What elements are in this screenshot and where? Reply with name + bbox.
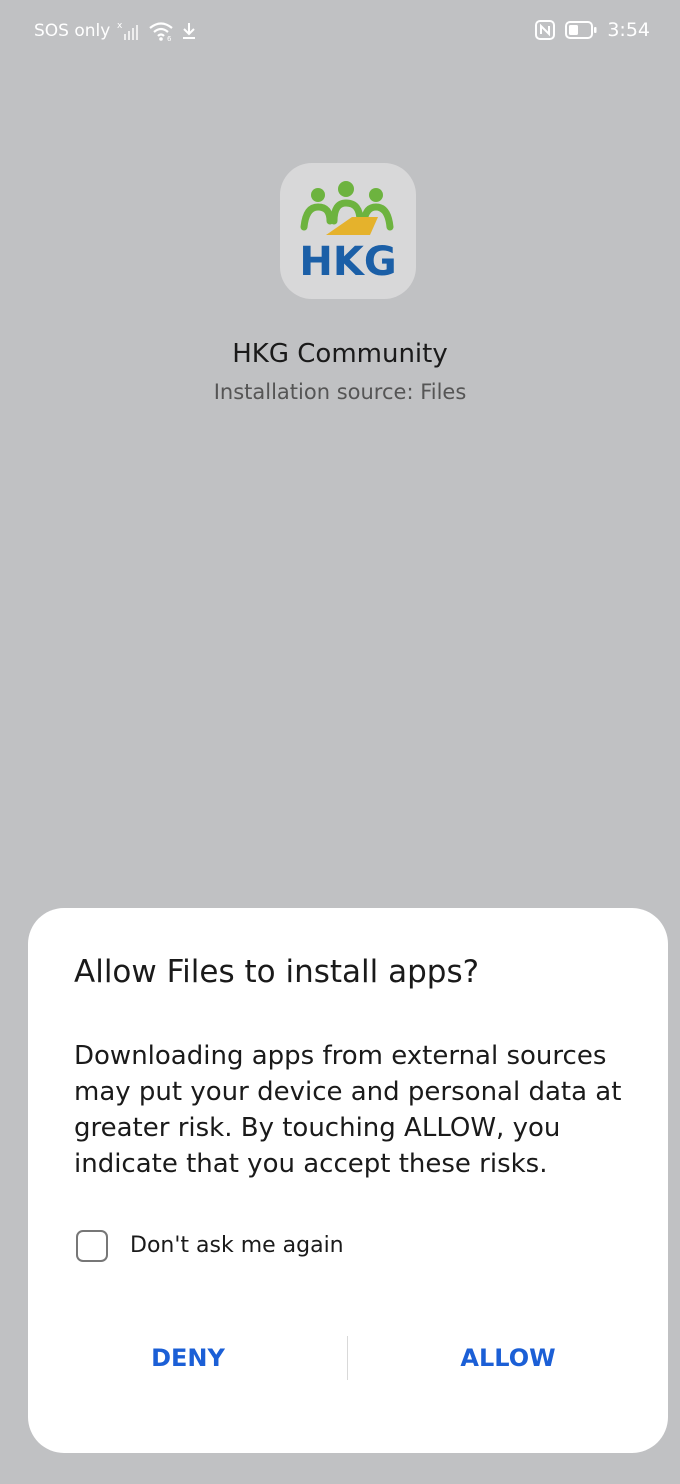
status-bar: SOS only x 6 3:54 (0, 0, 680, 64)
hkg-logo: HKG (299, 181, 397, 285)
clock: 3:54 (607, 19, 650, 41)
dialog-title: Allow Files to install apps? (74, 954, 480, 990)
dialog-buttons: DENY ALLOW (28, 1333, 668, 1383)
install-permission-dialog: Allow Files to install apps? Downloading… (28, 908, 668, 1453)
app-icon: HKG (280, 163, 416, 299)
app-icon-text: HKG (299, 239, 396, 285)
carrier-text: SOS only (34, 21, 111, 41)
svg-text:x: x (117, 21, 123, 31)
app-name: HKG Community (232, 339, 448, 369)
dont-ask-again-row[interactable]: Don't ask me again (76, 1230, 344, 1262)
installation-source: Installation source: Files (213, 380, 467, 404)
wifi-icon: 6 (148, 20, 174, 42)
dont-ask-again-checkbox[interactable] (76, 1230, 108, 1262)
svg-text:6: 6 (167, 35, 172, 42)
nfc-icon (535, 19, 556, 41)
battery-icon (565, 19, 597, 41)
dont-ask-again-label[interactable]: Don't ask me again (130, 1231, 344, 1261)
status-bar-left: SOS only x 6 (34, 20, 198, 42)
allow-button[interactable]: ALLOW (348, 1333, 668, 1383)
status-bar-right: 3:54 (535, 18, 650, 42)
dialog-message: Downloading apps from external sources m… (74, 1041, 622, 1179)
download-icon (180, 20, 198, 42)
no-signal-icon: x (116, 20, 142, 42)
deny-button[interactable]: DENY (28, 1333, 348, 1383)
